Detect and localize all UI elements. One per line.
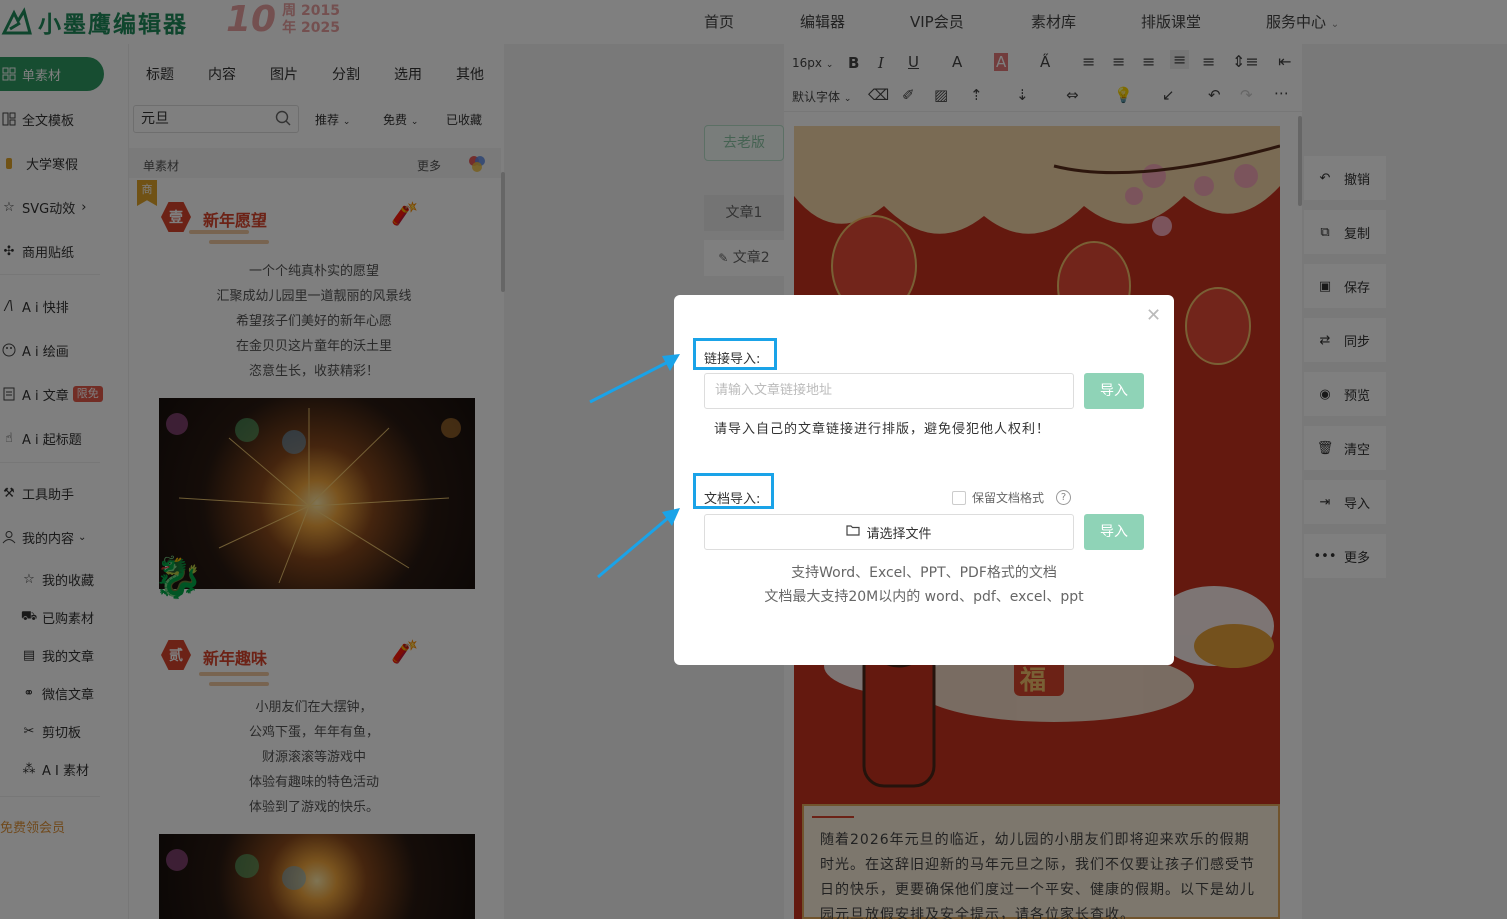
doc-import-label: 文档导入:	[704, 492, 761, 507]
import-dialog: ✕ 链接导入: 请输入文章链接地址 导入 请导入自己的文章链接进行排版，避免侵犯…	[674, 295, 1174, 665]
keep-format-label: 保留文档格式	[972, 491, 1045, 505]
help-icon[interactable]: ?	[1056, 490, 1072, 505]
choose-file-label: 请选择文件	[866, 526, 932, 542]
link-import-note: 请导入自己的文章链接进行排版，避免侵犯他人权利！	[714, 422, 1051, 437]
format-hint: 支持Word、Excel、PPT、PDF格式的文档	[791, 565, 1057, 581]
doc-import-button[interactable]: 导入	[1084, 514, 1144, 550]
folder-icon	[846, 524, 861, 540]
link-import-label: 链接导入:	[704, 352, 761, 367]
link-import-button[interactable]: 导入	[1084, 373, 1144, 409]
keep-format-option: 保留文档格式 ?	[952, 489, 1072, 506]
link-url-placeholder: 请输入文章链接地址	[715, 383, 833, 398]
close-icon[interactable]: ✕	[1146, 305, 1161, 326]
link-url-input[interactable]: 请输入文章链接地址	[704, 373, 1074, 409]
keep-format-checkbox[interactable]	[952, 490, 966, 505]
choose-file-button[interactable]: 请选择文件	[704, 514, 1074, 550]
size-hint: 文档最大支持20M以内的 word、pdf、excel、ppt	[764, 589, 1084, 605]
